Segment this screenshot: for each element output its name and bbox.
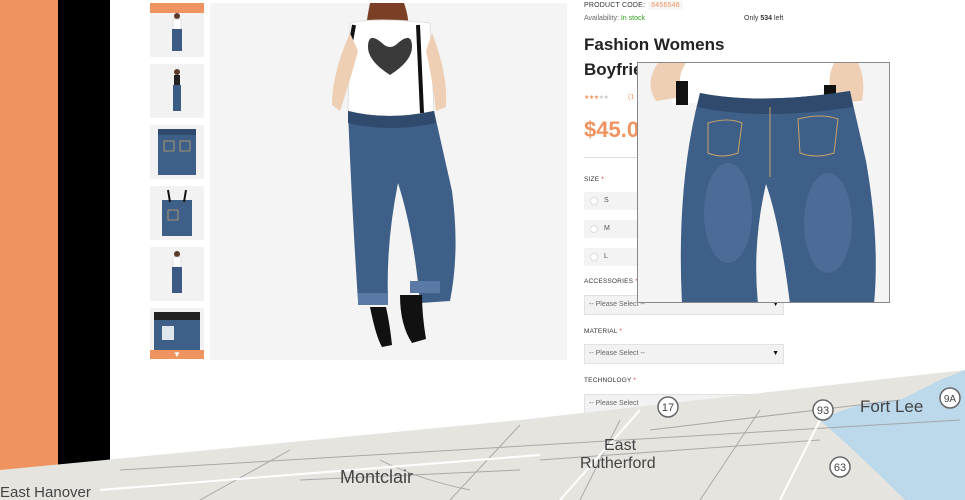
main-product-image[interactable] [210, 3, 567, 360]
size-option-label: M [604, 225, 610, 232]
decorative-black-bar [58, 0, 110, 500]
required-mark: * [633, 377, 637, 384]
availability-label: Availability: [584, 15, 619, 22]
size-label-text: SIZE [584, 176, 600, 183]
chevron-down-icon: ▼ [173, 350, 181, 359]
product-title-line-1: Fashion Womens [584, 35, 725, 54]
product-code-label: PRODUCT CODE: [584, 2, 646, 9]
technology-label-text: TECHNOLOGY [584, 377, 632, 384]
radio-circle-icon [590, 197, 598, 205]
size-option-m[interactable]: M [584, 220, 644, 238]
size-label: SIZE * [584, 176, 604, 183]
stock-left: Only 534 left [744, 15, 783, 22]
stock-left-count: 534 [760, 15, 773, 22]
radio-circle-icon [590, 253, 598, 261]
thumbnail-4[interactable] [150, 186, 204, 240]
product-title-line-2: Boyfrie [584, 60, 643, 79]
material-label: MATERIAL * [584, 328, 622, 335]
rating-stars-on: ★★★ [584, 95, 599, 101]
thumbnail-scroll-down-button[interactable]: ▼ [150, 350, 204, 359]
material-select[interactable]: -- Please Select -- ▼ [584, 344, 784, 364]
availability: Availability: In stock [584, 15, 645, 22]
accessories-label-text: ACCESSORIES [584, 278, 634, 285]
thumbnail-3[interactable] [150, 125, 204, 179]
screenshot-stage: ▼ PRODUCT CODE: 6456546 Availability: In… [0, 0, 965, 500]
rating-stars-off: ★★ [598, 95, 609, 101]
availability-value: In stock [620, 15, 645, 22]
product-code: PRODUCT CODE: 6456546 [584, 1, 683, 10]
size-option-s[interactable]: S [584, 192, 644, 210]
zoom-preview [637, 62, 890, 303]
technology-select[interactable]: -- Please Select [584, 394, 784, 414]
thumbnail-5[interactable] [150, 247, 204, 301]
material-label-text: MATERIAL [584, 328, 618, 335]
stock-left-prefix: Only [744, 15, 759, 22]
thumbnail-1[interactable] [150, 3, 204, 57]
accessories-label: ACCESSORIES * [584, 278, 638, 285]
product-price: $45.0 [584, 117, 640, 142]
stock-left-suffix: left [774, 15, 784, 22]
material-select-value: -- Please Select -- [589, 350, 646, 357]
technology-label: TECHNOLOGY * [584, 377, 636, 384]
size-option-label: L [604, 253, 608, 260]
decorative-orange-bar [0, 0, 62, 500]
required-mark: * [601, 176, 604, 183]
thumbnail-6[interactable] [150, 308, 204, 350]
rating-stars: ★★★★★ [584, 94, 609, 101]
required-mark: * [619, 328, 623, 335]
thumbnail-2[interactable] [150, 64, 204, 118]
radio-circle-icon [590, 225, 598, 233]
reviews-link[interactable]: (1 [628, 94, 634, 101]
dropdown-arrow-icon: ▼ [772, 350, 779, 357]
product-code-value: 6456546 [648, 1, 683, 10]
technology-select-value: -- Please Select [589, 400, 639, 407]
size-option-label: S [604, 197, 609, 204]
size-option-l[interactable]: L [584, 248, 644, 266]
